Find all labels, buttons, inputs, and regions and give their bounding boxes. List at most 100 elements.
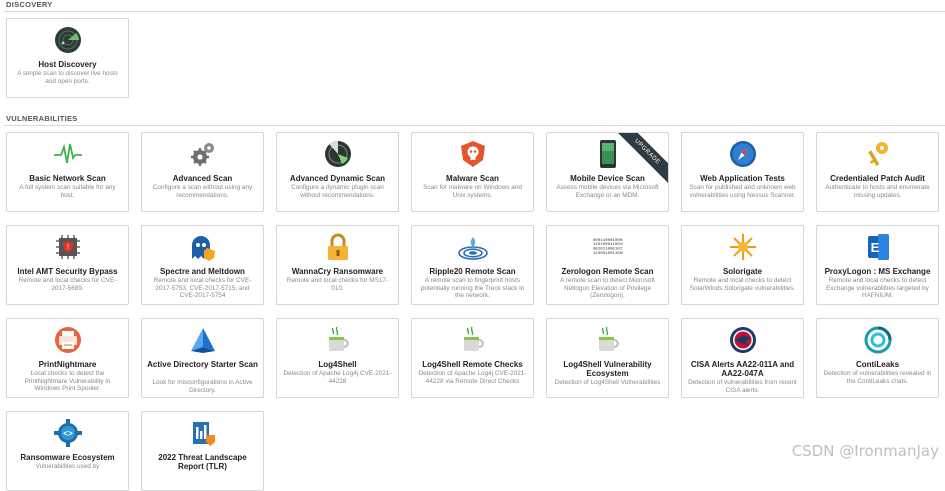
card-description: Vulnerabilities used by [35,463,100,470]
lock-icon [323,232,353,262]
card-spectre-and-meltdown[interactable]: Spectre and Meltdown Remote and local ch… [141,225,264,305]
card-2022-threat-landscape-report[interactable]: 2022 Threat Landscape Report (TLR) [141,411,264,491]
card-contileaks[interactable]: ContiLeaks Detection of vulnerabilities … [816,318,939,398]
card-description: Detection of vulnerabilities from recent… [688,379,797,394]
svg-text:0001100010001: 0001100010001 [593,239,623,243]
card-description: Remote and local checks for CVE-2017-575… [153,277,252,300]
card-title: Ripple20 Remote Scan [429,267,516,276]
card-proxylogon-ms-exchange[interactable]: E ProxyLogon : MS Exchange Remote and lo… [816,225,939,305]
card-description: Remote and local checks to detect SolarW… [689,277,796,292]
card-description: Scan for malware on Windows and Unix sys… [423,184,522,199]
card-title: Active Directory Starter Scan [147,360,258,369]
report-icon [188,418,218,448]
card-log4shell-remote-checks[interactable]: Log4Shell Remote Checks Detection of Apa… [411,318,534,398]
cisa-icon [728,325,758,355]
card-description: Configure a dynamic plugin scan without … [291,184,384,199]
card-web-application-tests[interactable]: Web Application Tests Scan for published… [681,132,804,212]
card-host-discovery[interactable]: Host Discovery A simple scan to discover… [6,18,129,98]
card-description: Local checks to detect the PrintNightmar… [24,370,111,393]
conti-icon [863,325,893,355]
card-title: CISA Alerts AA22-011A and AA22-047A [690,360,795,378]
card-title: Ransomware Ecosystem [20,453,115,462]
card-description: Look for misconfigurations in Active Dir… [152,379,253,394]
card-title: Host Discovery [38,60,97,69]
card-title: WannaCry Ransomware [291,267,384,276]
card-active-directory-starter-scan[interactable]: Active Directory Starter Scan Look for m… [141,318,264,398]
keys-icon [863,139,893,169]
card-title: Log4Shell [318,360,357,369]
malware-icon [458,139,488,169]
card-title: Log4Shell Remote Checks [422,360,523,369]
section-title-vulnerabilities: VULNERABILITIES [6,114,78,123]
svg-text:E: E [870,240,879,255]
card-description: A remote scan to fingerprint hosts poten… [420,277,525,300]
card-zerologon-remote-scan[interactable]: 0001100010001 1101000110010 0010110001011 1… [546,225,669,305]
gears-icon [188,139,218,169]
card-title: Solorigate [722,267,763,276]
discovery-grid: Host Discovery A simple scan to discover… [6,18,939,98]
card-description: A full system scan suitable for any host… [19,184,116,199]
coffee-icon [593,325,623,355]
card-title: Advanced Dynamic Scan [289,174,386,183]
watermark: CSDN @IronmanJay [791,442,939,460]
card-basic-network-scan[interactable]: Basic Network Scan A full system scan su… [6,132,129,212]
card-title: ProxyLogon : MS Exchange [824,267,931,276]
card-title: ContiLeaks [855,360,900,369]
pyramid-icon [188,325,218,355]
card-title: Zerologon Remote Scan [561,267,654,276]
card-description: Remote and local checks for CVE-2017-568… [18,277,117,292]
card-advanced-dynamic-scan[interactable]: Advanced Dynamic Scan Configure a dynami… [276,132,399,212]
card-ripple20-remote-scan[interactable]: Ripple20 Remote Scan A remote scan to fi… [411,225,534,305]
svg-text:1101000110010: 1101000110010 [593,243,623,247]
card-mobile-device-scan[interactable]: UPGRADE Mobile Device Scan Assess mobile… [546,132,669,212]
card-printnightmare[interactable]: PrintNightmare Local checks to detect th… [6,318,129,398]
svg-text:1100010011000: 1100010011000 [593,252,623,256]
card-title: Basic Network Scan [29,174,106,183]
chip-icon: ! [53,232,83,262]
svg-text:<>: <> [63,430,73,439]
card-intel-amt-security-bypass[interactable]: ! Intel AMT Security Bypass Remote and l… [6,225,129,305]
compass-icon [728,139,758,169]
card-ransomware-ecosystem[interactable]: <> Ransomware Ecosystem Vulnerabilities … [6,411,129,491]
ripple-icon [457,232,488,262]
card-wannacry-ransomware[interactable]: WannaCry Ransomware Remote and local che… [276,225,399,305]
card-log4shell[interactable]: Log4Shell Detection of Apache Log4j CVE-… [276,318,399,398]
card-description: Detection of Log4Shell Vulnerabilities [554,379,661,386]
ghost-icon [188,232,218,262]
coffee-icon [458,325,488,355]
card-cisa-alerts[interactable]: CISA Alerts AA22-011A and AA22-047A Dete… [681,318,804,398]
vulnerabilities-grid: Basic Network Scan A full system scan su… [6,132,939,491]
card-description: A simple scan to discover live hosts and… [17,70,118,85]
radar-icon [53,25,83,55]
radar-dynamic-icon [323,139,353,169]
section-title-discovery: DISCOVERY [6,0,53,9]
card-credentialed-patch-audit[interactable]: Credentialed Patch Audit Authenticate to… [816,132,939,212]
card-description: Assess mobile devices via Microsoft Exch… [556,184,659,199]
card-malware-scan[interactable]: Malware Scan Scan for malware on Windows… [411,132,534,212]
section-divider [4,125,945,126]
card-description: Detection of vulnerabilities revealed in… [823,370,932,385]
coffee-icon [323,325,353,355]
card-solorigate[interactable]: Solorigate Remote and local checks to de… [681,225,804,305]
card-description: Remote and local checks to detect Exchan… [826,277,929,300]
svg-text:0010110001011: 0010110001011 [593,248,623,252]
binary-icon: 0001100010001 1101000110010 0010110001011 1… [593,232,623,262]
card-title: Mobile Device Scan [570,174,645,183]
printer-icon [53,325,83,355]
card-title: Spectre and Meltdown [160,267,245,276]
card-description: A remote scan to detect Microsoft Netlog… [560,277,655,300]
card-description: Detection of Apache Log4j CVE-2021-44228… [418,370,527,385]
card-title: Log4Shell Vulnerability Ecosystem [563,360,652,378]
card-description: Authenticate to hosts and enumerate miss… [825,184,930,199]
card-title: Intel AMT Security Bypass [17,267,118,276]
exchange-icon: E [863,232,893,262]
svg-text:!: ! [67,244,69,251]
card-advanced-scan[interactable]: Advanced Scan Configure a scan without u… [141,132,264,212]
ransomware-icon: <> [53,418,83,448]
card-log4shell-vulnerability-ecosystem[interactable]: Log4Shell Vulnerability Ecosystem Detect… [546,318,669,398]
card-description: Configure a scan without using any recom… [152,184,253,199]
card-title: Web Application Tests [700,174,785,183]
card-title: Advanced Scan [172,174,233,183]
card-title: PrintNightmare [38,360,97,369]
card-description: Scan for published and unknown web vulne… [689,184,796,199]
